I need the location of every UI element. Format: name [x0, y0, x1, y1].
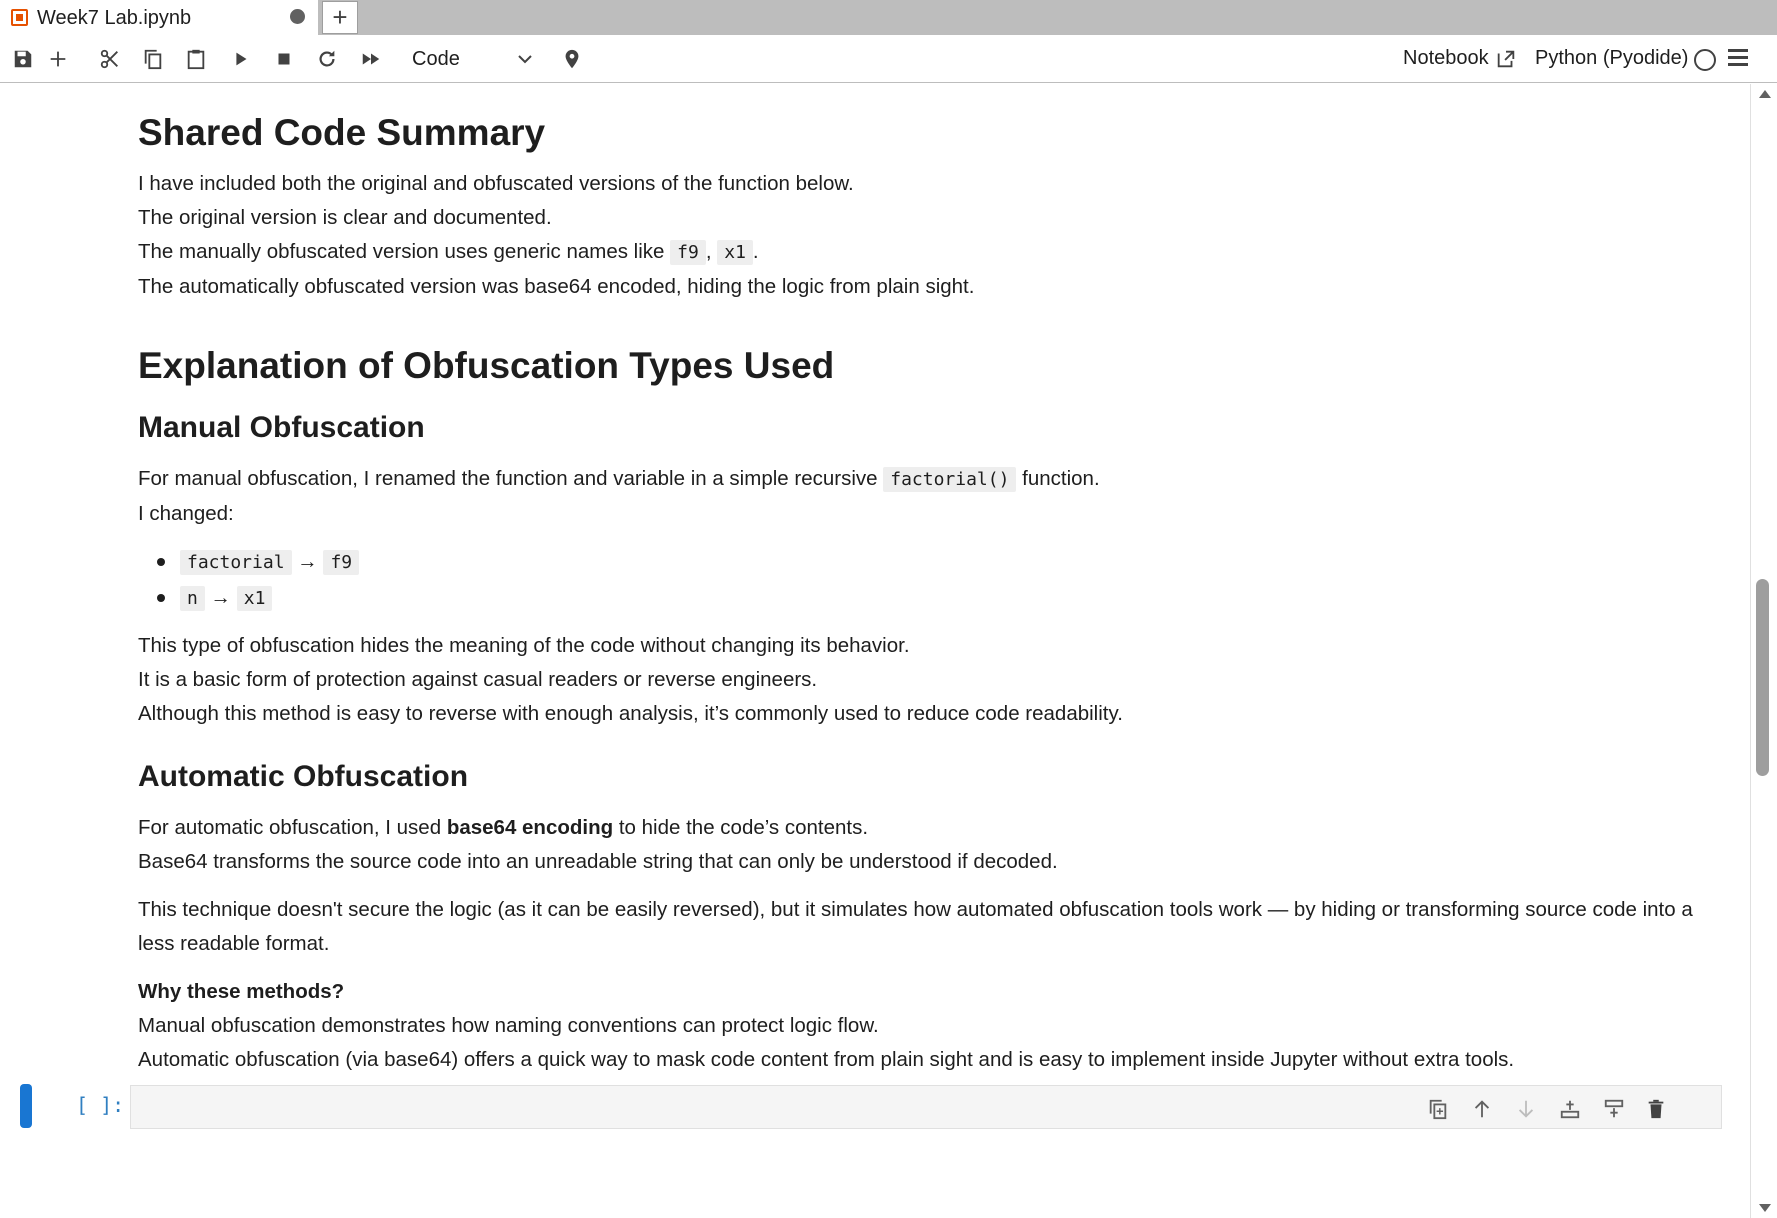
- paragraph: For manual obfuscation, I renamed the fu…: [138, 462, 1698, 497]
- cell-toolbar: [1425, 1096, 1665, 1124]
- code-editor[interactable]: [130, 1085, 1722, 1129]
- arrow: →: [291, 550, 324, 573]
- list-item: factorial → f9: [138, 544, 1698, 580]
- text: For automatic obfuscation, I used: [138, 816, 447, 839]
- duplicate-icon: [1429, 1099, 1447, 1120]
- paragraph: Why these methods?: [138, 975, 1698, 1009]
- paragraph: For automatic obfuscation, I used base64…: [138, 811, 1698, 845]
- move-up-button[interactable]: [1469, 1096, 1495, 1122]
- text: For manual obfuscation, I renamed the fu…: [138, 467, 884, 490]
- paragraph: Manual obfuscation demonstrates how nami…: [138, 1014, 879, 1037]
- restart-icon: [319, 50, 335, 67]
- heading-automatic-obfuscation: Automatic Obfuscation: [138, 760, 469, 793]
- external-link-icon: [1497, 50, 1514, 67]
- paragraph: Automatic obfuscation (via base64) offer…: [138, 1048, 1515, 1071]
- inline-code: n: [180, 586, 205, 611]
- cell-prompt: [ ]:: [76, 1093, 125, 1117]
- paragraph: It is a basic form of protection against…: [138, 668, 818, 691]
- kernel-name[interactable]: Python (Pyodide): [1535, 47, 1688, 70]
- paragraph: Base64 transforms the source code into a…: [138, 850, 1058, 873]
- inline-code: factorial(): [883, 467, 1017, 492]
- paste-button[interactable]: [183, 46, 209, 72]
- notebook-toolbar: Code Notebook Python (Pyodide): [0, 35, 1777, 83]
- vertical-scrollbar[interactable]: [1750, 84, 1777, 1218]
- delete-cell-button[interactable]: [1643, 1096, 1669, 1122]
- inline-code: factorial: [180, 550, 292, 575]
- heading-shared-code-summary: Shared Code Summary: [138, 112, 546, 153]
- paragraph: The manually obfuscated version uses gen…: [138, 235, 1698, 270]
- move-down-button[interactable]: [1513, 1096, 1539, 1122]
- arrow: →: [204, 586, 237, 609]
- run-icon: [236, 52, 247, 66]
- cell-type-select[interactable]: Code: [412, 45, 537, 73]
- text: The manually obfuscated version uses gen…: [138, 240, 671, 263]
- duplicate-cell-button[interactable]: [1425, 1096, 1451, 1122]
- text: function.: [1016, 467, 1100, 490]
- paragraph: I changed:: [138, 502, 234, 525]
- text: to hide the code’s contents.: [613, 816, 869, 839]
- new-tab-button[interactable]: +: [322, 1, 358, 34]
- cell-collapser[interactable]: [20, 1084, 32, 1128]
- notebook-link-label: Notebook: [1403, 47, 1489, 69]
- delete-icon: [1648, 1099, 1664, 1119]
- insert-below-button[interactable]: [1601, 1096, 1627, 1122]
- heading-manual-obfuscation: Manual Obfuscation: [138, 411, 425, 444]
- bold-text: base64 encoding: [446, 816, 614, 839]
- notebook-tab[interactable]: Week7 Lab.ipynb: [0, 0, 318, 35]
- heading-explanation: Explanation of Obfuscation Types Used: [138, 345, 835, 386]
- changes-list: factorial → f9 n → x1: [138, 544, 1698, 616]
- chevron-down-icon: [518, 55, 532, 64]
- kernel-status-icon: [1694, 49, 1716, 71]
- run-all-icon: [362, 53, 380, 65]
- paragraph: This type of obfuscation hides the meani…: [138, 634, 910, 657]
- save-button[interactable]: [10, 46, 36, 72]
- markdown-cell: Shared Code Summary I have included both…: [138, 84, 1698, 1077]
- insert-below-icon: [1604, 1099, 1624, 1118]
- code-cell[interactable]: [ ]:: [0, 1081, 1750, 1131]
- open-notebook-link[interactable]: Notebook: [1403, 47, 1517, 70]
- inline-code: f9: [670, 240, 706, 265]
- menu-icon[interactable]: [1728, 49, 1748, 69]
- stop-icon: [278, 53, 290, 65]
- paragraph: The automatically obfuscated version was…: [138, 275, 975, 298]
- save-icon: [14, 50, 32, 68]
- copy-icon: [144, 49, 162, 70]
- notebook-icon: [11, 9, 28, 26]
- cell-type-value: Code: [412, 47, 460, 70]
- debugger-button[interactable]: [559, 46, 585, 72]
- scroll-thumb[interactable]: [1756, 579, 1769, 776]
- text: .: [752, 240, 759, 263]
- unsaved-dot-icon[interactable]: [290, 9, 305, 24]
- paragraph: This technique doesn't secure the logic …: [138, 898, 1693, 955]
- location-pin-icon: [565, 49, 579, 69]
- move-up-icon: [1474, 1100, 1490, 1118]
- scroll-up-arrow-icon[interactable]: [1759, 90, 1771, 98]
- paragraph: The original version is clear and docume…: [138, 206, 552, 229]
- scroll-down-arrow-icon[interactable]: [1759, 1204, 1771, 1212]
- inline-code: x1: [717, 240, 753, 265]
- run-button[interactable]: [228, 46, 254, 72]
- add-cell-icon: [50, 51, 66, 67]
- run-all-button[interactable]: [358, 46, 384, 72]
- paragraph: Although this method is easy to reverse …: [138, 702, 1123, 725]
- tab-title: Week7 Lab.ipynb: [37, 7, 192, 29]
- bold-heading: Why these methods?: [138, 980, 345, 1003]
- inline-code: x1: [236, 586, 273, 611]
- paste-icon: [187, 49, 205, 70]
- insert-above-button[interactable]: [1557, 1096, 1583, 1122]
- restart-button[interactable]: [314, 46, 340, 72]
- inline-code: f9: [323, 550, 360, 575]
- tab-bar: Week7 Lab.ipynb +: [0, 0, 1777, 35]
- add-cell-button[interactable]: [45, 46, 71, 72]
- cut-icon: [100, 49, 118, 69]
- move-down-icon: [1518, 1100, 1534, 1118]
- list-item: n → x1: [138, 580, 1698, 616]
- stop-button[interactable]: [271, 46, 297, 72]
- copy-button[interactable]: [140, 46, 166, 72]
- cut-button[interactable]: [97, 46, 123, 72]
- text: ,: [705, 240, 718, 263]
- notebook-content: Shared Code Summary I have included both…: [0, 84, 1750, 1218]
- insert-above-icon: [1560, 1100, 1580, 1119]
- paragraph: I have included both the original and ob…: [138, 172, 854, 195]
